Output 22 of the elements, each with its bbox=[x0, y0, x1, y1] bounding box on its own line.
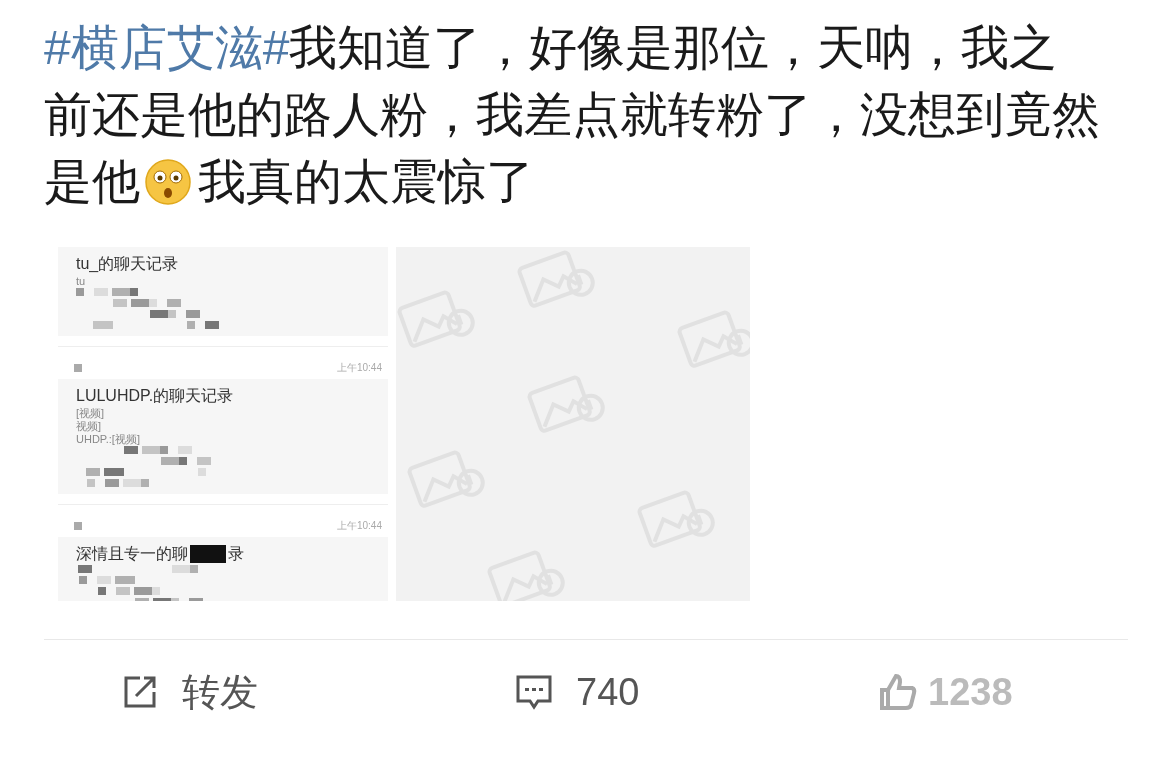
avatar-icon bbox=[74, 364, 82, 372]
card-line: [视频] bbox=[76, 407, 106, 420]
card-title: 深情且专一的聊 bbox=[76, 544, 188, 564]
shocked-emoji-icon bbox=[144, 158, 192, 206]
message-time: 上午10:44 bbox=[336, 519, 382, 533]
redaction-icon bbox=[190, 545, 226, 563]
card-title: LULUHDP.的聊天记录 bbox=[76, 386, 234, 406]
card-title: tu_的聊天记录 bbox=[76, 254, 179, 274]
repost-button[interactable]: 转发 bbox=[120, 666, 514, 718]
chat-record-card[interactable]: 深情且专一的聊 录 bbox=[58, 537, 388, 601]
avatar-icon bbox=[74, 522, 82, 530]
chat-record-card[interactable]: tu_的聊天记录 tu bbox=[58, 247, 388, 336]
post-text: #横店艾滋#我知道了，好像是那位，天呐，我之前还是他的路人粉，我差点就转粉了，没想到竟然是他 我真的太震惊了 bbox=[44, 20, 1101, 210]
hashtag-link[interactable]: #横店艾滋# bbox=[44, 21, 290, 74]
thumbs-up-icon bbox=[878, 672, 918, 712]
message-time: 上午10:44 bbox=[336, 361, 382, 375]
comment-button[interactable]: 740 bbox=[514, 670, 878, 714]
card-title: 录 bbox=[228, 544, 244, 564]
chat-record-card[interactable]: LULUHDP.的聊天记录 [视频] 视频] UHDP.:[视频] bbox=[58, 379, 388, 494]
card-line: tu bbox=[76, 275, 87, 288]
card-line: 视频] bbox=[76, 420, 103, 433]
card-line: UHDP.:[视频] bbox=[76, 433, 141, 446]
